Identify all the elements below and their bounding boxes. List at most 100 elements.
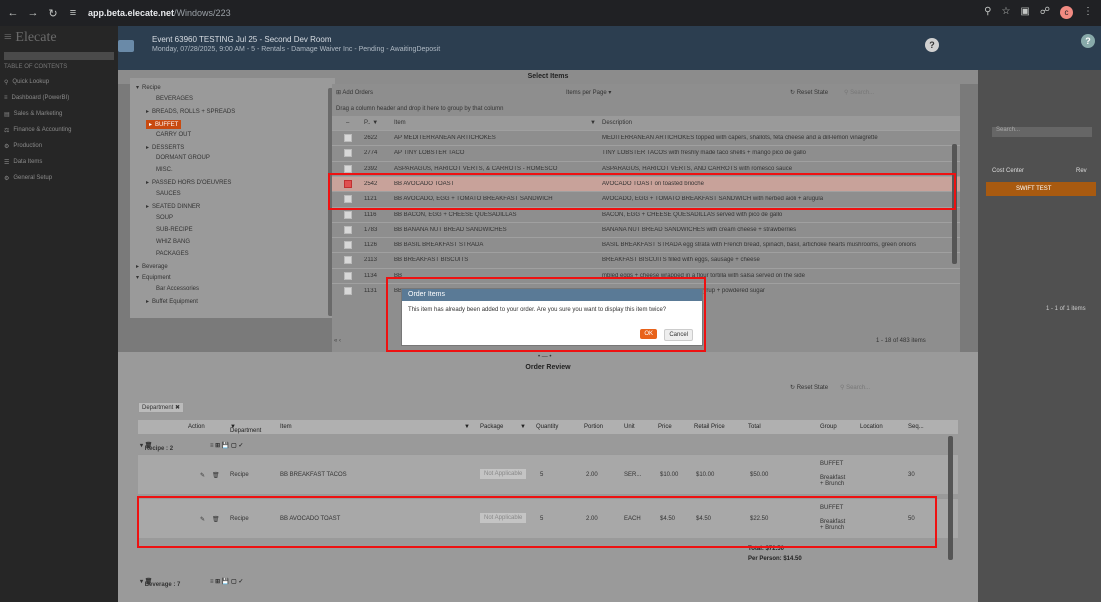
zoom-icon[interactable]: ⚲ bbox=[984, 6, 991, 19]
row-checkbox[interactable] bbox=[344, 164, 352, 173]
background-search-input[interactable]: Search... bbox=[992, 127, 1092, 137]
splitter-handle[interactable]: • — • bbox=[538, 354, 552, 360]
group-row-beverage[interactable]: ▾ Beverage : 7 🗑 ≡ ⊞ 💾 ▢ ✓ bbox=[138, 574, 958, 588]
profile-avatar[interactable]: c bbox=[1060, 6, 1073, 19]
col-description[interactable]: Description bbox=[602, 120, 632, 126]
reset-state-button[interactable]: ↻ Reset State bbox=[790, 89, 828, 96]
tree-node[interactable]: WHIZ BANG bbox=[156, 239, 190, 245]
col-location[interactable]: Location bbox=[860, 424, 883, 430]
table-row[interactable]: 2113 BB BREAKFAST BISCUITS BREAKFAST BISCU… bbox=[332, 252, 960, 267]
tree-node[interactable]: MISC. bbox=[156, 167, 173, 173]
filter-icon[interactable]: ▼ bbox=[590, 120, 596, 126]
col-price[interactable]: Price bbox=[658, 424, 672, 430]
grid-search-input[interactable]: ⚲ Search... bbox=[844, 89, 874, 96]
table-row[interactable]: 1121 BB AVOCADO, EGG + TOMATO BREAKFAST S… bbox=[332, 191, 960, 206]
delete-icon[interactable]: 🗑 bbox=[212, 516, 220, 523]
row-checkbox[interactable] bbox=[344, 134, 352, 142]
tree-node[interactable]: ▸ SEATED DINNER bbox=[146, 203, 200, 210]
sidebar-item[interactable]: ⚖ Finance & Accounting bbox=[0, 122, 118, 138]
filter-icon[interactable]: ▼ bbox=[464, 424, 470, 430]
tree-caret-icon[interactable]: ▸ bbox=[146, 180, 149, 186]
row-checkbox[interactable] bbox=[344, 210, 352, 219]
tree-node[interactable]: ▾ Recipe bbox=[136, 84, 161, 91]
sidebar-item[interactable]: ▤ Sales & Marketing bbox=[0, 106, 118, 122]
tree-caret-icon[interactable]: ▾ bbox=[136, 275, 139, 281]
tree-node[interactable]: SAUCES bbox=[156, 191, 181, 197]
edit-icon[interactable]: ✎ bbox=[200, 472, 205, 479]
row-checkbox[interactable] bbox=[344, 149, 352, 158]
tree-node[interactable]: SUB-RECIPE bbox=[156, 227, 193, 233]
row-checkbox[interactable] bbox=[344, 195, 352, 204]
col-portion[interactable]: Portion bbox=[584, 424, 603, 430]
tree-caret-icon[interactable]: ▸ bbox=[149, 122, 152, 128]
col-unit[interactable]: Unit bbox=[624, 424, 635, 430]
help-icon[interactable]: ? bbox=[925, 38, 939, 52]
col-sequence[interactable]: Seq... bbox=[908, 424, 924, 430]
table-row[interactable]: 2774 AP TINY LOBSTER TACO TINY LOBSTER TAC… bbox=[332, 145, 960, 160]
row-checkbox[interactable] bbox=[344, 225, 352, 234]
background-row[interactable]: SWIFT TEST bbox=[986, 182, 1096, 196]
col-package[interactable]: Package bbox=[480, 424, 503, 430]
col-p[interactable]: P.. ▼ bbox=[364, 120, 378, 126]
filter-icon[interactable]: ▼ bbox=[520, 424, 526, 430]
col-item[interactable]: Item bbox=[394, 120, 406, 126]
tree-node[interactable]: CARRY OUT bbox=[156, 132, 191, 138]
table-row[interactable]: 1116 BB BACON, EGG + CHEESE QUESADILLAS BA… bbox=[332, 206, 960, 222]
grid-scrollbar[interactable] bbox=[952, 144, 957, 264]
tree-node[interactable]: DORMANT GROUP bbox=[156, 155, 210, 161]
col-select[interactable]: – bbox=[346, 120, 349, 126]
menu-icon[interactable]: ⋮ bbox=[1083, 6, 1093, 19]
edit-icon[interactable]: ✎ bbox=[200, 516, 205, 523]
tree-caret-icon[interactable]: ▸ bbox=[136, 264, 139, 270]
row-checkbox[interactable] bbox=[344, 179, 352, 188]
reload-icon[interactable]: ↻ bbox=[46, 7, 60, 20]
group-tools-icon[interactable]: ≡ ⊞ 💾 ▢ ✓ bbox=[210, 578, 243, 585]
ok-button[interactable]: OK bbox=[640, 329, 657, 339]
tree-caret-icon[interactable]: ▾ bbox=[136, 85, 139, 91]
department-group-chip[interactable]: Department ✖ bbox=[138, 402, 185, 413]
col-department[interactable]: Department ▼ bbox=[230, 424, 261, 434]
col-total[interactable]: Total bbox=[748, 424, 761, 430]
row-checkbox[interactable] bbox=[344, 256, 352, 265]
sidebar-item[interactable]: ⚲ Quick Lookup bbox=[0, 74, 118, 90]
col-action[interactable]: Action bbox=[188, 424, 205, 430]
tree-node[interactable]: Bar Accessories bbox=[156, 286, 199, 292]
col-rev[interactable]: Rev bbox=[1076, 168, 1087, 174]
col-group[interactable]: Group bbox=[820, 424, 837, 430]
sidebar-item[interactable]: ☰ Data Items bbox=[0, 154, 118, 170]
table-row[interactable]: 1134 BB mbled eggs + cheese wrapped in a f… bbox=[332, 267, 960, 283]
sidebar-item[interactable]: ⚙ General Setup bbox=[0, 170, 118, 186]
row-checkbox[interactable] bbox=[344, 271, 352, 280]
table-row[interactable]: ✎ 🗑 Recipe BB AVOCADO TOAST 5 2.00 EACH $4.50 $4… bbox=[138, 498, 958, 538]
col-retail-price[interactable]: Retail Price bbox=[694, 424, 725, 430]
col-quantity[interactable]: Quantity bbox=[536, 424, 558, 430]
tree-caret-icon[interactable]: ▸ bbox=[146, 109, 149, 115]
site-info-icon[interactable]: ≡ bbox=[66, 7, 80, 19]
tree-node[interactable]: ▸ Buffet Equipment bbox=[146, 298, 198, 305]
sidebar-item[interactable]: ≡ Dashboard (PowerBI) bbox=[0, 90, 118, 106]
pager-prev[interactable]: « ‹ bbox=[334, 338, 341, 344]
table-row[interactable]: ✎ 🗑 Recipe BB BREAKFAST TACOS 5 2.00 SER... $10… bbox=[138, 454, 958, 494]
table-row[interactable]: 2542 BB AVOCADO TOAST AVOCADO TOAST on toa… bbox=[332, 175, 960, 191]
extension-icon[interactable]: ▣ bbox=[1020, 6, 1029, 19]
package-select[interactable]: Not Applicable bbox=[480, 513, 527, 523]
row-checkbox[interactable] bbox=[344, 287, 352, 295]
col-cost-center[interactable]: Cost Center bbox=[992, 168, 1024, 174]
tree-node[interactable]: ▸ DESSERTS bbox=[146, 144, 184, 151]
puzzle-icon[interactable]: ☍ bbox=[1040, 6, 1050, 19]
table-row[interactable]: 2622 AP MEDITERRANEAN ARTICHOKES MEDITERRA… bbox=[332, 130, 960, 145]
group-tools-icon[interactable]: ≡ ⊞ 💾 ▢ ✓ bbox=[210, 442, 243, 449]
tree-node[interactable]: ▸ BREADS, ROLLS + SPREADS bbox=[146, 108, 235, 115]
add-orders-button[interactable]: ⊞ Add Orders bbox=[336, 89, 373, 96]
help-icon[interactable]: ? bbox=[1081, 34, 1095, 48]
tree-caret-icon[interactable]: ▸ bbox=[146, 299, 149, 305]
tree-caret-icon[interactable]: ▸ bbox=[146, 145, 149, 151]
sidebar-search-input[interactable] bbox=[4, 52, 114, 60]
cancel-button[interactable]: Cancel bbox=[664, 329, 693, 341]
table-row[interactable]: 2392 ASPARAGUS, HARICOT VERTS, & CARROTS … bbox=[332, 160, 960, 176]
row-checkbox[interactable] bbox=[344, 241, 352, 250]
table-row[interactable]: 1126 BB BASIL BREAKFAST STRADA BASIL BREAK… bbox=[332, 237, 960, 252]
back-icon[interactable]: ← bbox=[6, 7, 20, 19]
tree-node[interactable]: ▸ Beverage bbox=[136, 263, 168, 270]
sidebar-item[interactable]: ⚙ Production bbox=[0, 138, 118, 154]
